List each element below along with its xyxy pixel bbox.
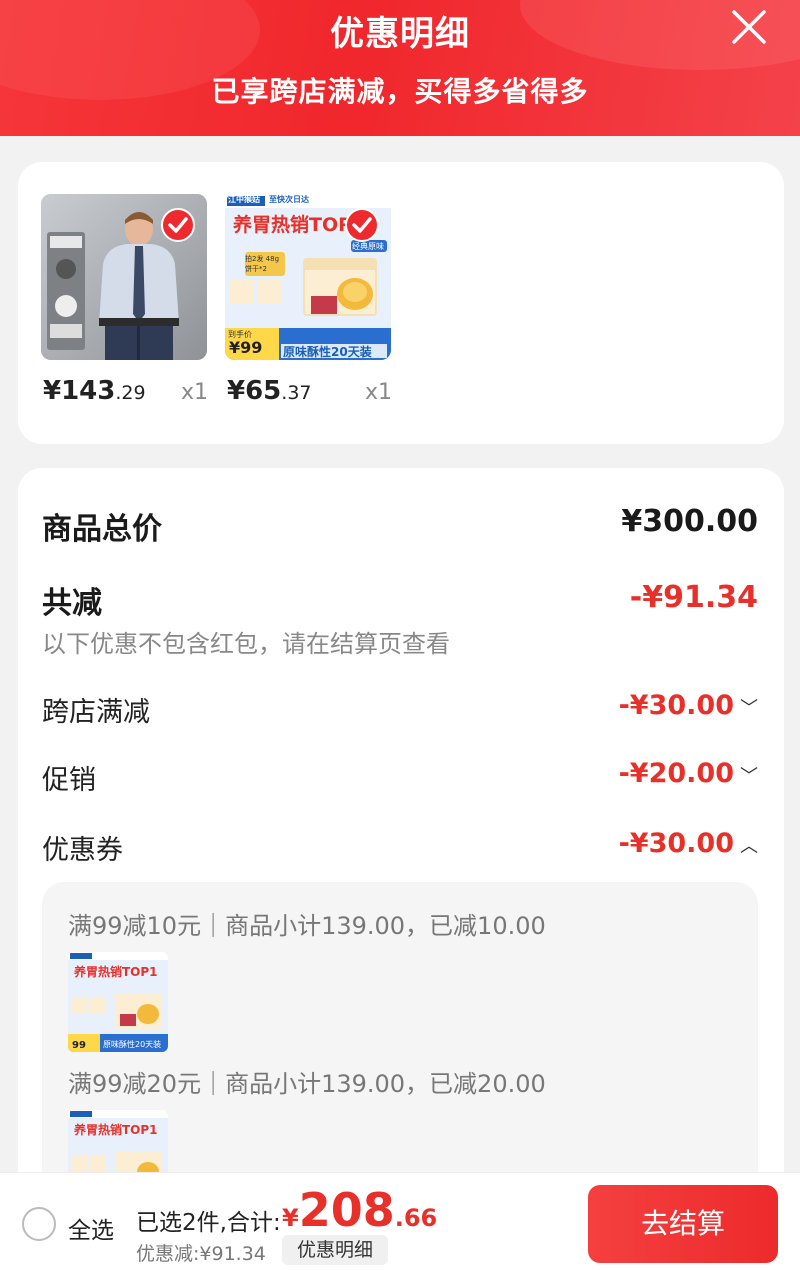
svg-text:养胃热销TOP1: 养胃热销TOP1: [73, 1122, 158, 1137]
discount-detail-button[interactable]: 优惠明细: [282, 1235, 388, 1265]
biscuit-brand: 江中猴姑: [228, 195, 260, 204]
discount-row-value: -¥30.00: [618, 690, 734, 721]
check-icon: [352, 217, 372, 233]
discount-row-cross-store[interactable]: -¥30.00 ﹀: [619, 690, 758, 721]
biscuit-promo: 拍2发 48g饼干*2: [245, 255, 280, 273]
product-price: ¥65.37: [227, 376, 312, 406]
svg-text:99: 99: [72, 1040, 86, 1051]
page-subtitle: 已享跨店满减，买得多省得多: [211, 75, 589, 108]
discount-summary-text: 优惠减:¥91.34: [136, 1243, 266, 1265]
total-dec: .66: [394, 1204, 438, 1232]
discount-row-label: 优惠券: [42, 835, 123, 866]
selected-check[interactable]: [161, 208, 195, 242]
total-reduce-value: -¥91.34: [629, 580, 758, 615]
chevron-up-icon: ︿: [740, 836, 758, 857]
close-button[interactable]: [730, 8, 768, 46]
discount-summary-card: 商品总价 ¥300.00 共减 -¥91.34 以下优惠不包含红包，请在结算页查…: [18, 468, 784, 1242]
chevron-down-icon: ﹀: [740, 698, 758, 719]
total-int: 208: [298, 1183, 395, 1237]
total-price-value: ¥300.00: [621, 504, 758, 539]
reduce-note: 以下优惠不包含红包，请在结算页查看: [42, 630, 450, 658]
discount-row-value: -¥30.00: [618, 828, 734, 859]
total-reduce-label: 共减: [42, 586, 102, 621]
total-currency: ¥: [282, 1204, 299, 1232]
discount-row-label: 促销: [42, 765, 96, 796]
product-quantity: x1: [181, 380, 209, 405]
product-image-biscuit[interactable]: 江中猴姑 至快次日达 养胃热销TOP1 经典原味 拍2发 48g饼干*2 到手价…: [225, 194, 391, 360]
biscuit-price: ¥99: [229, 338, 263, 357]
total-amount: ¥208.66: [282, 1183, 437, 1237]
page-title: 优惠明细: [330, 14, 470, 54]
check-icon: [168, 217, 188, 233]
total-price-label: 商品总价: [42, 512, 162, 547]
close-icon: [732, 10, 766, 44]
product-item[interactable]: ¥143.29 x1: [41, 194, 208, 406]
discount-row-value: -¥20.00: [618, 758, 734, 789]
discount-row-coupon[interactable]: -¥30.00 ︿: [619, 828, 758, 859]
discount-row-label: 跨店满减: [42, 697, 150, 728]
selected-check[interactable]: [345, 208, 379, 242]
product-item[interactable]: 江中猴姑 至快次日达 养胃热销TOP1 经典原味 拍2发 48g饼干*2 到手价…: [225, 194, 392, 406]
biscuit-thumb: 养胃热销TOP1 99 原味酥性20天装: [68, 952, 168, 1052]
coupon-product-thumb[interactable]: 养胃热销TOP1 99 原味酥性20天装: [68, 952, 168, 1052]
discount-row-promotion[interactable]: -¥20.00 ﹀: [619, 758, 758, 789]
coupon-detail-line: 满99减20元｜商品小计139.00，已减20.00: [68, 1070, 546, 1098]
product-price: ¥143.29: [43, 376, 146, 406]
selected-count-text: 已选2件,合计:: [136, 1210, 281, 1236]
svg-text:原味酥性20天装: 原味酥性20天装: [103, 1039, 161, 1049]
checkout-button[interactable]: 去结算: [588, 1185, 778, 1263]
selected-products-card: ¥143.29 x1 江中猴姑 至快次日达 养胃热销TOP1 经典原味 拍2发 …: [18, 162, 784, 444]
checkout-bar: 全选 已选2件,合计: ¥208.66 优惠减:¥91.34 优惠明细 去结算: [0, 1172, 800, 1270]
chevron-down-icon: ﹀: [740, 766, 758, 787]
biscuit-footer: 原味酥性20天装: [283, 345, 372, 359]
product-quantity: x1: [365, 380, 393, 405]
biscuit-top-tag: 至快次日达: [269, 195, 309, 204]
product-image-shirt[interactable]: [41, 194, 207, 360]
select-all-label[interactable]: 全选: [68, 1211, 114, 1245]
coupon-detail-line: 满99减10元｜商品小计139.00，已减10.00: [68, 912, 546, 940]
svg-text:养胃热销TOP1: 养胃热销TOP1: [73, 964, 158, 979]
select-all-radio[interactable]: [22, 1207, 56, 1241]
header: 优惠明细 已享跨店满减，买得多省得多: [0, 0, 800, 136]
